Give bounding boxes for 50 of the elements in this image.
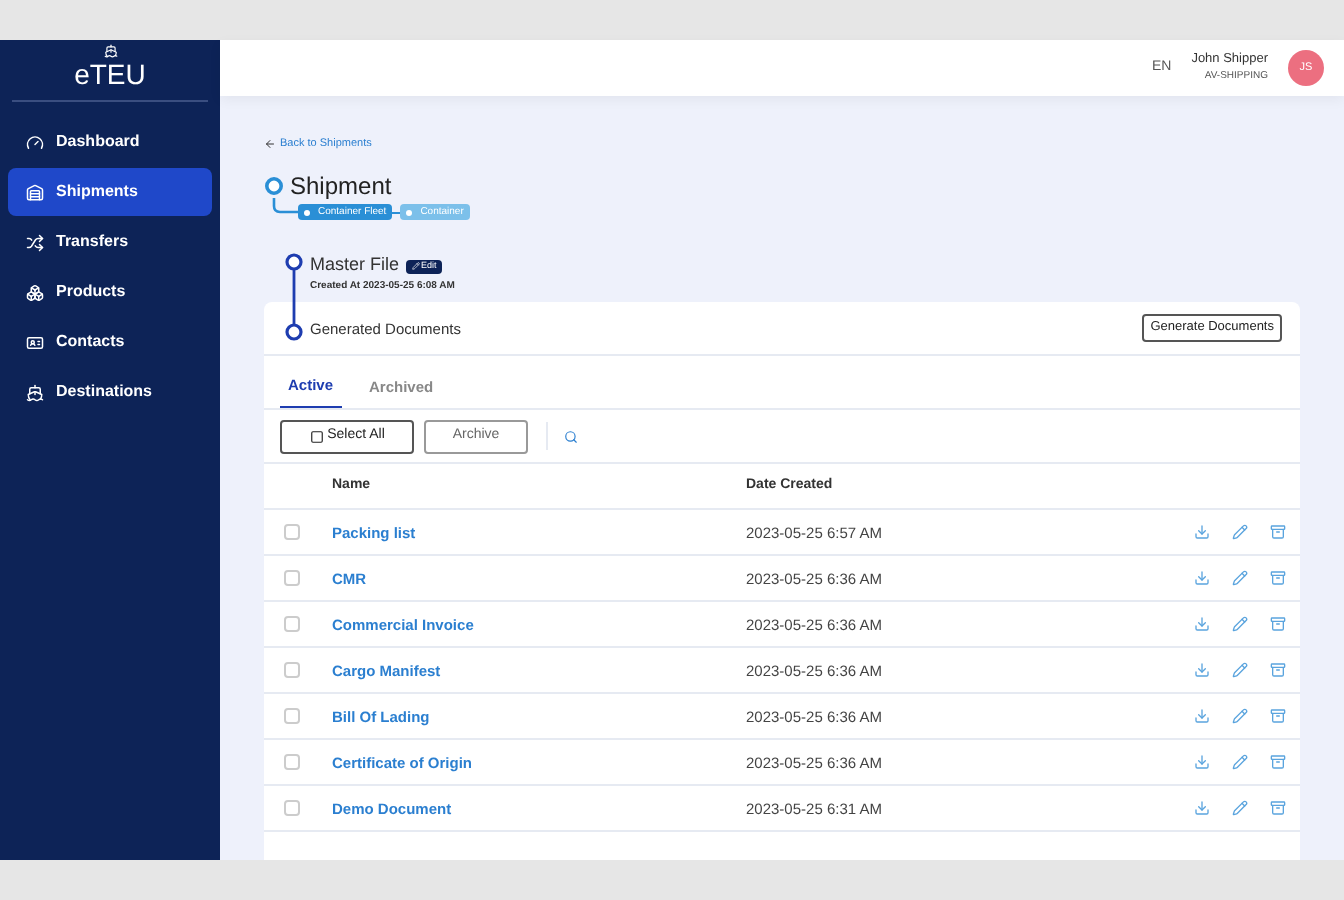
arrow-left-icon bbox=[264, 138, 276, 151]
nav-item[interactable]: Transfers bbox=[8, 218, 212, 266]
archive-icon[interactable] bbox=[1270, 754, 1286, 771]
archive-icon[interactable] bbox=[1270, 662, 1286, 679]
ship-icon bbox=[26, 383, 44, 401]
logo: eTEU bbox=[74, 58, 146, 90]
search-icon[interactable] bbox=[564, 429, 578, 444]
connector-line bbox=[272, 197, 298, 216]
timeline-node-icon bbox=[264, 176, 284, 197]
row-checkbox[interactable] bbox=[284, 708, 300, 725]
pencil-icon[interactable] bbox=[1232, 708, 1248, 725]
nav-item[interactable]: Shipments bbox=[8, 168, 212, 216]
pencil-icon[interactable] bbox=[1232, 616, 1248, 633]
row-checkbox[interactable] bbox=[284, 754, 300, 771]
archive-icon[interactable] bbox=[1270, 800, 1286, 817]
archive-icon[interactable] bbox=[1270, 524, 1286, 541]
gauge-icon bbox=[26, 133, 44, 151]
row-checkbox[interactable] bbox=[284, 524, 300, 541]
archive-icon[interactable] bbox=[1270, 616, 1286, 633]
warehouse-icon bbox=[26, 183, 44, 201]
row-checkbox[interactable] bbox=[284, 800, 300, 817]
download-icon[interactable] bbox=[1194, 708, 1210, 725]
nav-item[interactable]: Contacts bbox=[8, 318, 212, 366]
nav-item[interactable]: Products bbox=[8, 268, 212, 316]
boxes-icon bbox=[26, 283, 44, 301]
master-file-title: Master File bbox=[310, 252, 400, 279]
ship-icon bbox=[103, 44, 117, 58]
id-card-icon bbox=[26, 333, 44, 351]
row-checkbox[interactable] bbox=[284, 616, 300, 633]
download-icon[interactable] bbox=[1194, 754, 1210, 771]
shuffle-icon bbox=[26, 233, 44, 251]
download-icon[interactable] bbox=[1194, 662, 1210, 679]
pencil-icon[interactable] bbox=[1232, 570, 1248, 587]
download-icon[interactable] bbox=[1194, 616, 1210, 633]
pencil-icon[interactable] bbox=[1232, 800, 1248, 817]
download-icon[interactable] bbox=[1194, 570, 1210, 587]
pencil-icon bbox=[411, 262, 420, 270]
archive-icon[interactable] bbox=[1270, 570, 1286, 587]
nav-item[interactable]: Destinations bbox=[8, 368, 212, 416]
download-icon[interactable] bbox=[1194, 524, 1210, 541]
row-checkbox[interactable] bbox=[284, 570, 300, 587]
shipment-title: Shipment bbox=[290, 170, 392, 205]
row-checkbox[interactable] bbox=[284, 662, 300, 679]
download-icon[interactable] bbox=[1194, 800, 1210, 817]
checkbox-icon bbox=[309, 429, 324, 444]
pencil-icon[interactable] bbox=[1232, 754, 1248, 771]
archive-icon[interactable] bbox=[1270, 708, 1286, 725]
pencil-icon[interactable] bbox=[1232, 662, 1248, 679]
pencil-icon[interactable] bbox=[1232, 524, 1248, 541]
nav-item[interactable]: Dashboard bbox=[8, 118, 212, 166]
